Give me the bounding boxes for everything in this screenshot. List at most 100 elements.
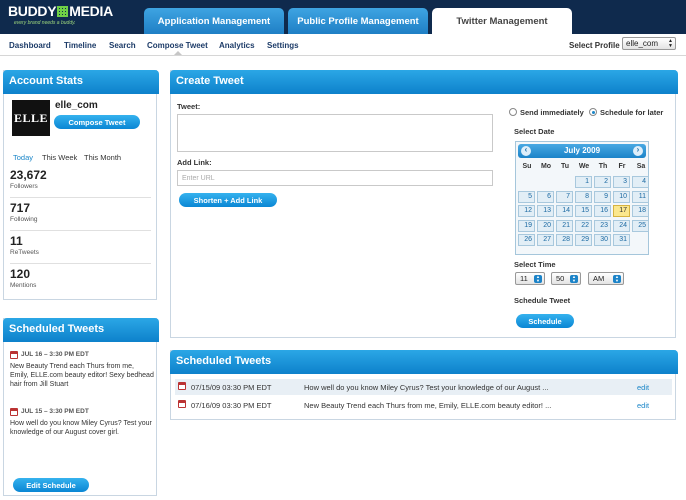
tab-application-management[interactable]: Application Management xyxy=(144,8,284,34)
calendar-day[interactable]: 7 xyxy=(556,190,573,203)
row-edit-link[interactable]: edit xyxy=(637,401,649,410)
nav-timeline[interactable]: Timeline xyxy=(64,41,96,50)
calendar-day[interactable]: 5 xyxy=(518,190,535,203)
nav-search[interactable]: Search xyxy=(109,41,136,50)
stat-value: 23,672 xyxy=(10,168,47,182)
select-arrows-icon: ▲ ▼ xyxy=(570,275,578,283)
schedule-button[interactable]: Schedule xyxy=(516,314,574,328)
calendar-month-title: July 2009 xyxy=(563,146,601,155)
stat-mentions: 120 Mentions xyxy=(10,267,151,295)
calendar-header: ‹ July 2009 › xyxy=(518,144,646,158)
side-scheduled-tweets-panel: Scheduled Tweets JUL 16 – 3:30 PM EDT Ne… xyxy=(3,318,159,496)
row-edit-link[interactable]: edit xyxy=(637,383,649,392)
logo-text-left: BUDDY xyxy=(8,3,57,19)
calendar-day[interactable]: 2 xyxy=(594,176,611,188)
scheduled-date: JUL 15 – 3:30 PM EDT xyxy=(21,408,89,415)
shorten-add-link-button[interactable]: Shorten + Add Link xyxy=(179,193,277,207)
account-stats-title: Account Stats xyxy=(3,70,159,94)
row-date: 07/16/09 03:30 PM EDT xyxy=(191,401,272,410)
list-item: JUL 15 – 3:30 PM EDT How well do you kno… xyxy=(10,407,154,437)
nav-compose-tweet[interactable]: Compose Tweet xyxy=(147,41,208,50)
date-picker-calendar: ‹ July 2009 › Su Mo Tu We Th Fr Sa 1 2 3 4 5 6 7 8 9 10 1… xyxy=(515,141,649,255)
calendar-day[interactable]: 10 xyxy=(613,190,630,203)
sub-navigation: Dashboard Timeline Search Compose Tweet … xyxy=(0,34,686,56)
nav-dashboard[interactable]: Dashboard xyxy=(9,41,51,50)
calendar-day[interactable]: 28 xyxy=(556,234,573,246)
calendar-day[interactable]: 6 xyxy=(537,190,554,203)
calendar-day[interactable]: 22 xyxy=(575,219,592,232)
calendar-day[interactable]: 24 xyxy=(613,219,630,232)
account-username: elle_com xyxy=(55,100,98,111)
calendar-next-button[interactable]: › xyxy=(633,145,643,156)
row-text: How well do you know Miley Cyrus? Test y… xyxy=(304,383,549,392)
calendar-icon xyxy=(178,382,186,390)
profile-select[interactable]: elle_com ▲ ▼ xyxy=(622,37,676,50)
send-immediately-radio[interactable] xyxy=(509,108,517,116)
minute-select[interactable]: 50 ▲ ▼ xyxy=(551,272,581,285)
calendar-day[interactable]: 12 xyxy=(518,205,535,217)
select-arrows-icon: ▲ ▼ xyxy=(534,275,542,283)
table-row: 07/16/09 03:30 PM EDT New Beauty Trend e… xyxy=(175,397,672,413)
calendar-day[interactable]: 18 xyxy=(632,205,649,217)
schedule-later-radio[interactable] xyxy=(589,108,597,116)
active-nav-caret-icon xyxy=(174,51,182,55)
calendar-icon xyxy=(10,407,18,416)
calendar-day[interactable]: 30 xyxy=(594,234,611,246)
calendar-weekday: Mo xyxy=(540,163,552,170)
calendar-day[interactable]: 4 xyxy=(632,176,649,188)
calendar-weekday: Fr xyxy=(618,163,626,170)
calendar-day[interactable]: 21 xyxy=(556,219,573,232)
url-input[interactable]: Enter URL xyxy=(177,170,493,186)
tab-public-profile-management[interactable]: Public Profile Management xyxy=(288,8,428,34)
calendar-day[interactable]: 9 xyxy=(594,190,611,203)
period-today[interactable]: Today xyxy=(13,153,33,162)
buddy-media-logo[interactable]: BUDDY MEDIA every brand needs a buddy. xyxy=(8,3,120,27)
select-date-label: Select Date xyxy=(514,127,555,136)
calendar-day[interactable]: 29 xyxy=(575,234,592,246)
calendar-weekday: Th xyxy=(598,163,608,170)
stat-label: Followers xyxy=(10,183,38,190)
compose-tweet-button[interactable]: Compose Tweet xyxy=(54,115,140,129)
calendar-day[interactable]: 27 xyxy=(537,234,554,246)
calendar-weekday: We xyxy=(578,163,590,170)
tab-twitter-management[interactable]: Twitter Management xyxy=(432,8,572,34)
scheduled-text: New Beauty Trend each Thurs from me, Emi… xyxy=(10,363,154,388)
select-time-label: Select Time xyxy=(514,260,556,269)
stat-following: 717 Following xyxy=(10,201,151,231)
calendar-day[interactable]: 16 xyxy=(594,205,611,217)
calendar-day[interactable]: 25 xyxy=(632,219,649,232)
calendar-day[interactable]: 8 xyxy=(575,190,592,203)
add-link-label: Add Link: xyxy=(177,158,212,167)
edit-schedule-button[interactable]: Edit Schedule xyxy=(13,478,89,492)
calendar-day[interactable]: 23 xyxy=(594,219,611,232)
stat-followers: 23,672 Followers xyxy=(10,168,151,198)
calendar-day[interactable]: 11 xyxy=(632,190,649,203)
calendar-day[interactable]: 13 xyxy=(537,205,554,217)
hour-select[interactable]: 11 ▲ ▼ xyxy=(515,272,545,285)
hour-value: 11 xyxy=(520,274,528,283)
calendar-day[interactable]: 26 xyxy=(518,234,535,246)
nav-settings[interactable]: Settings xyxy=(267,41,299,50)
ampm-select[interactable]: AM ▲ ▼ xyxy=(588,272,624,285)
calendar-day-selected[interactable]: 17 xyxy=(613,205,630,217)
ampm-value: AM xyxy=(593,274,605,283)
calendar-day[interactable]: 19 xyxy=(518,219,535,232)
nav-analytics[interactable]: Analytics xyxy=(219,41,255,50)
avatar: ELLE xyxy=(12,100,50,136)
scheduled-tweets-title: Scheduled Tweets xyxy=(170,350,678,374)
tweet-label: Tweet: xyxy=(177,102,201,111)
period-this-month[interactable]: This Month xyxy=(84,153,121,162)
schedule-tweet-label: Schedule Tweet xyxy=(514,296,571,305)
calendar-day[interactable]: 3 xyxy=(613,176,630,188)
calendar-day[interactable]: 1 xyxy=(575,176,592,188)
table-row: 07/15/09 03:30 PM EDT How well do you kn… xyxy=(175,379,672,395)
period-this-week[interactable]: This Week xyxy=(42,153,77,162)
calendar-day[interactable]: 14 xyxy=(556,205,573,217)
calendar-day[interactable]: 31 xyxy=(613,234,630,246)
calendar-weekday: Su xyxy=(522,163,532,170)
stat-value: 120 xyxy=(10,267,31,281)
calendar-day[interactable]: 15 xyxy=(575,205,592,217)
calendar-day[interactable]: 20 xyxy=(537,219,554,232)
schedule-later-label: Schedule for later xyxy=(600,108,664,117)
tweet-textarea[interactable] xyxy=(177,114,493,152)
